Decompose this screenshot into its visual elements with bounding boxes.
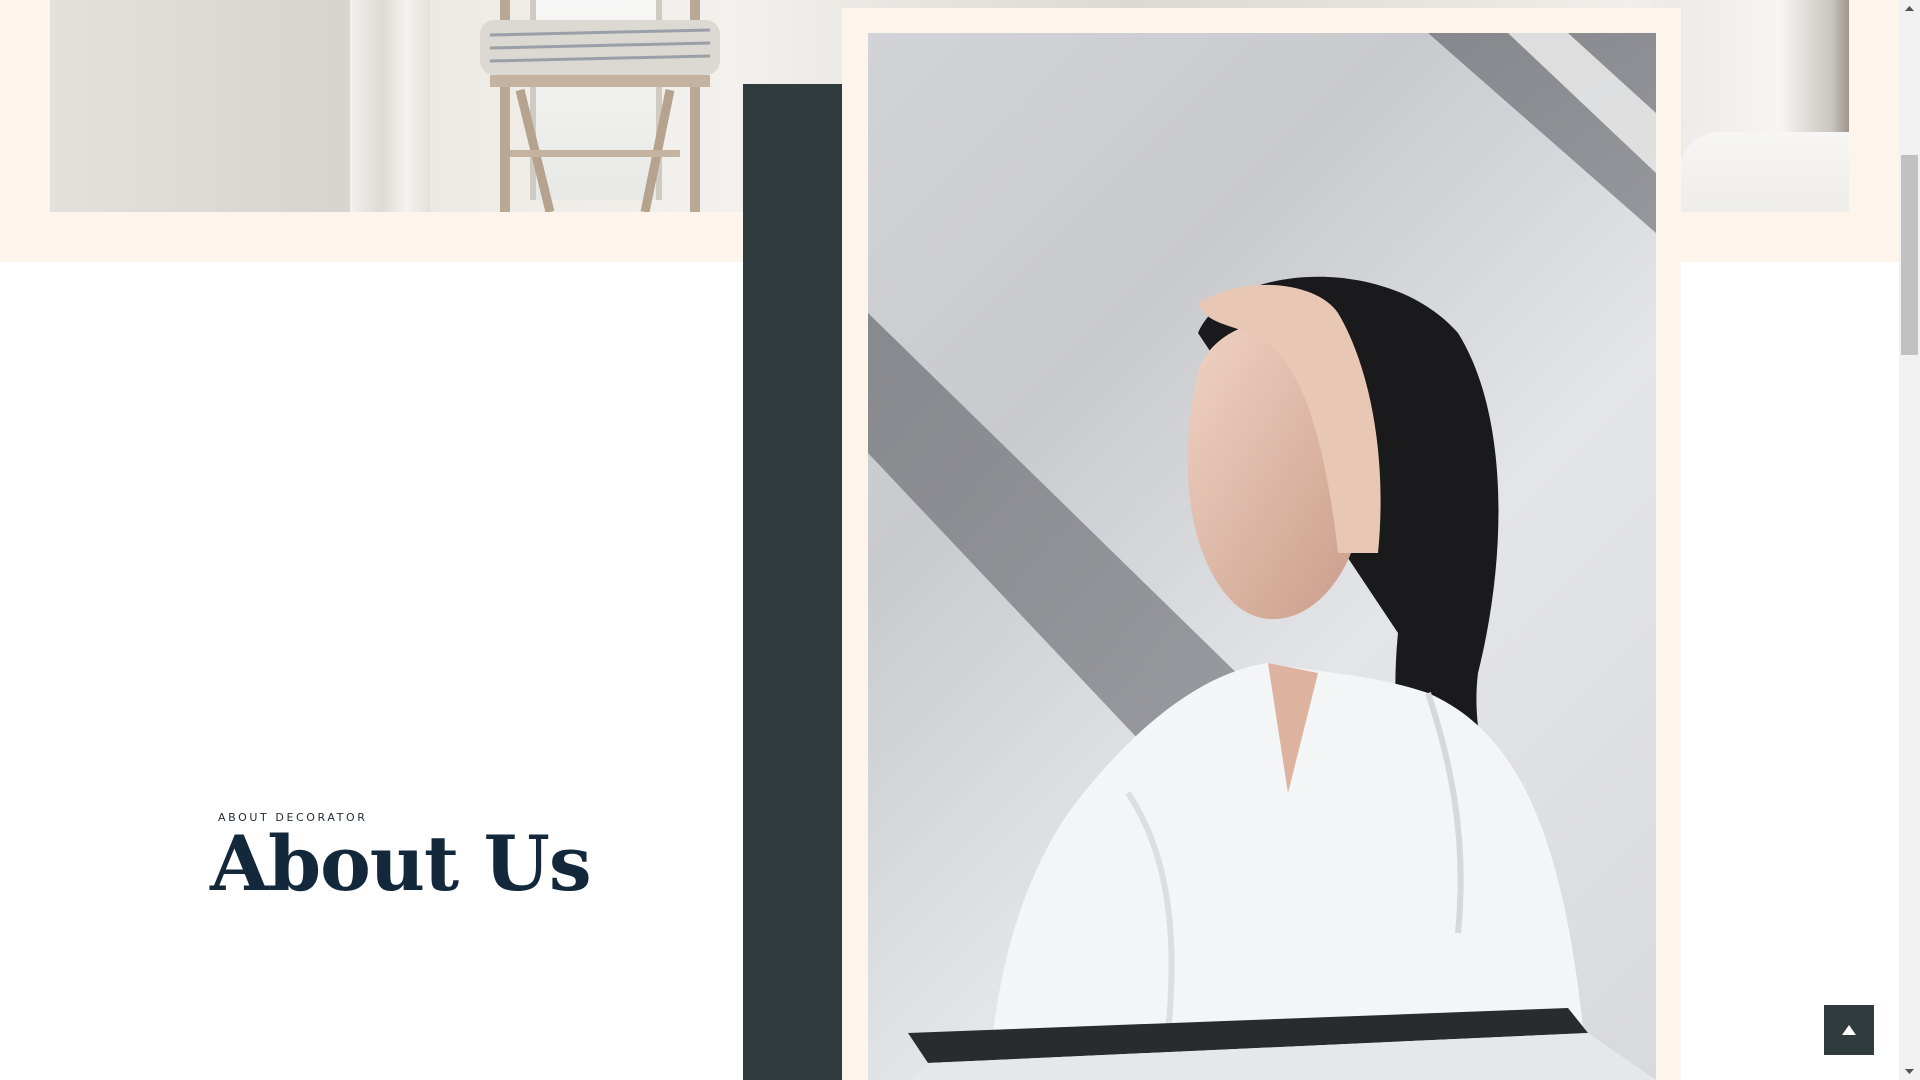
woman-portrait-image — [868, 33, 1656, 1080]
scrollbar-thumb[interactable] — [1901, 155, 1918, 355]
section-heading: About Us — [210, 819, 592, 908]
portrait-illustration — [868, 33, 1656, 1080]
curtain-shape — [350, 0, 430, 212]
scroll-down-icon[interactable] — [1899, 1063, 1920, 1080]
page: ABOUT DECORATOR About Us — [0, 0, 1920, 1080]
chevron-up-icon — [1842, 1025, 1856, 1035]
bed-shape — [1679, 132, 1849, 212]
back-to-top-button[interactable] — [1824, 1005, 1874, 1055]
scroll-up-icon[interactable] — [1899, 0, 1920, 17]
scrollbar[interactable] — [1899, 0, 1920, 1080]
